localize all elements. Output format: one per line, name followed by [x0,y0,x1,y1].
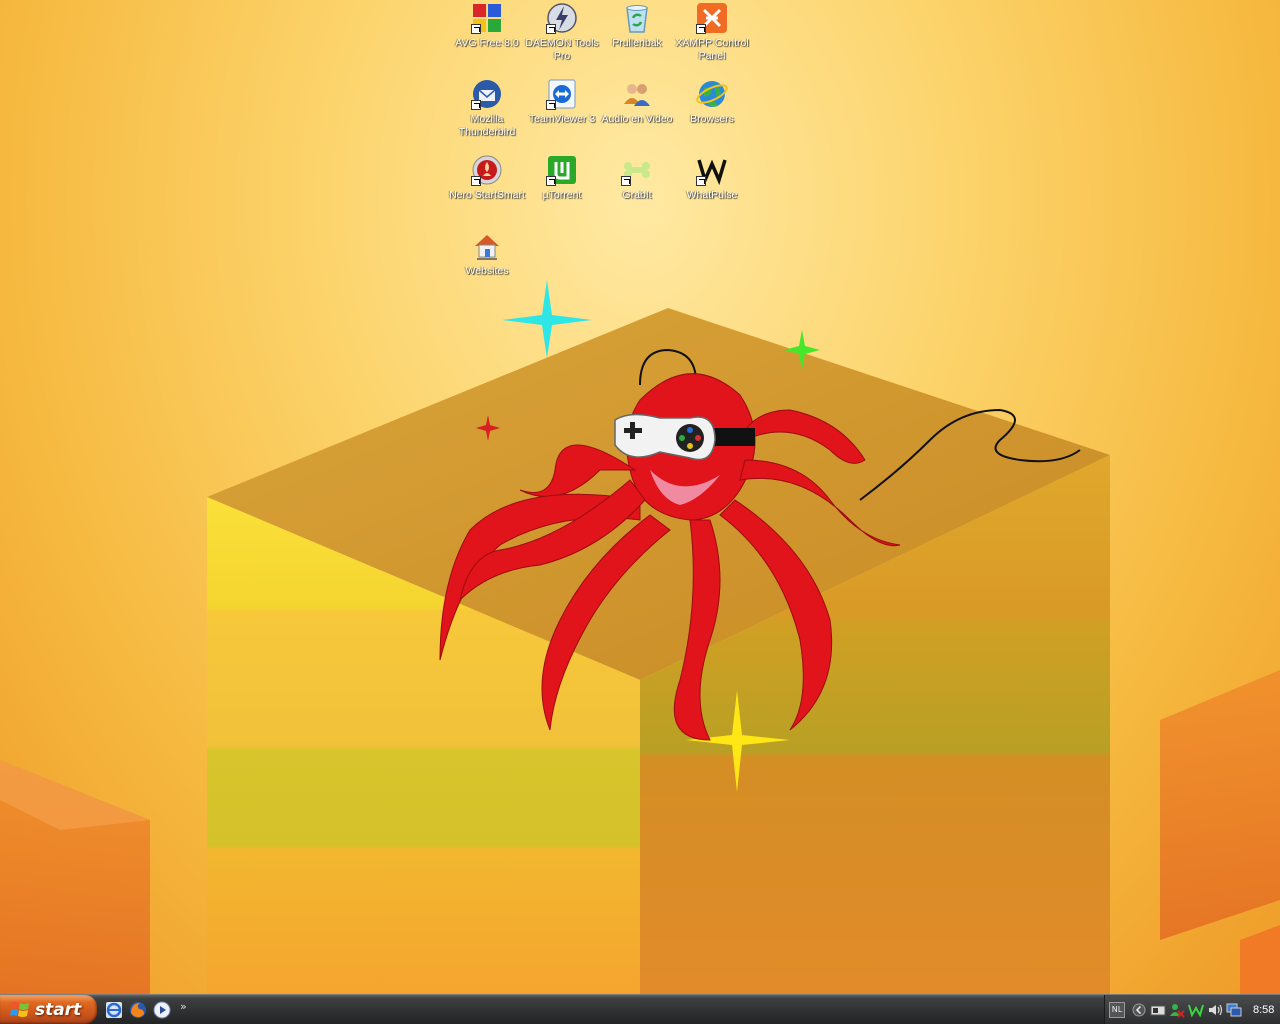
house-network-icon [471,230,503,262]
shortcut-arrow-icon [546,176,556,186]
quick-launch: » [104,999,187,1021]
card-reader-icon[interactable] [1150,1002,1166,1018]
desktop-icon-thunderbird[interactable]: Mozilla Thunderbird [449,78,525,139]
desktop-icon-recycle-bin[interactable]: Prullenbak [599,2,675,50]
desktop-icon-grabit[interactable]: GrabIt [599,154,675,202]
desktop-icon-browsers[interactable]: Browsers [674,78,750,126]
desktop-icon-whatpulse[interactable]: WhatPulse [674,154,750,202]
desktop-icon-audio-en-video[interactable]: Audio en Video [599,78,675,126]
desktop-icon-avg[interactable]: AVG Free 8.0 [449,2,525,50]
users-folder-icon [621,78,653,110]
whatpulse-icon [696,154,728,186]
taskbar: start » NL 8:58 [0,994,1280,1024]
volume-icon[interactable] [1207,1002,1223,1018]
shortcut-arrow-icon [546,100,556,110]
wallpaper-octopus-cube [0,280,1280,994]
desktop-icon-label: GrabIt [622,189,652,201]
recycle-bin-icon [621,2,653,34]
clock[interactable]: 8:58 [1253,1004,1274,1016]
desktop-icon-label: Mozilla Thunderbird [458,113,516,138]
desktop-icon-label: Websites [465,265,509,277]
system-tray: NL 8:58 [1104,995,1280,1024]
avg-icon [471,2,503,34]
shortcut-arrow-icon [696,24,706,34]
windows-logo-icon [10,1001,29,1017]
desktop-icon-nero[interactable]: Nero StartSmart [449,154,525,202]
grabit-icon [621,154,653,186]
nero-icon [471,154,503,186]
thunderbird-icon [471,78,503,110]
desktop[interactable]: AVG Free 8.0 DAEMON Tools Pro Prullenbak… [0,0,1280,994]
start-button[interactable]: start [0,995,97,1024]
desktop-icon-teamviewer[interactable]: TeamViewer 3 [524,78,600,126]
desktop-icon-label: WhatPulse [686,189,738,201]
desktop-icon-daemon-tools[interactable]: DAEMON Tools Pro [524,2,600,63]
desktop-icon-label: DAEMON Tools Pro [525,37,599,62]
shortcut-arrow-icon [471,24,481,34]
ie-icon[interactable] [104,1000,124,1020]
language-indicator[interactable]: NL [1109,1001,1125,1018]
shortcut-arrow-icon [621,176,631,186]
desktop-icon-label: AVG Free 8.0 [455,37,519,49]
quick-launch-more-button[interactable]: » [180,1000,187,1013]
desktop-icon-label: µTorrent [542,189,582,201]
shortcut-arrow-icon [696,176,706,186]
shortcut-arrow-icon [471,176,481,186]
desktop-icon-label: Prullenbak [612,37,662,49]
desktop-icon-xampp[interactable]: XAMPP Control Panel [674,2,750,63]
tray-expand-icon[interactable] [1131,1002,1147,1018]
daemon-tools-icon [546,2,578,34]
start-label: start [35,999,82,1020]
shortcut-arrow-icon [471,100,481,110]
desktop-icon-websites[interactable]: Websites [449,230,525,278]
media-player-icon[interactable] [152,1000,172,1020]
desktop-icon-label: Audio en Video [601,113,673,125]
xampp-icon [696,2,728,34]
whatpulse-tray-icon[interactable] [1188,1002,1204,1018]
globe-icon [696,78,728,110]
firefox-icon[interactable] [128,1000,148,1020]
desktop-icon-utorrent[interactable]: µTorrent [524,154,600,202]
desktop-icon-label: TeamViewer 3 [528,113,596,125]
desktop-icon-label: Browsers [690,113,734,125]
network-icon[interactable] [1226,1002,1242,1018]
desktop-icon-label: XAMPP Control Panel [675,37,749,62]
utorrent-icon [546,154,578,186]
shortcut-arrow-icon [546,24,556,34]
teamviewer-icon [546,78,578,110]
desktop-icon-label: Nero StartSmart [449,189,525,201]
messenger-icon[interactable] [1169,1002,1185,1018]
